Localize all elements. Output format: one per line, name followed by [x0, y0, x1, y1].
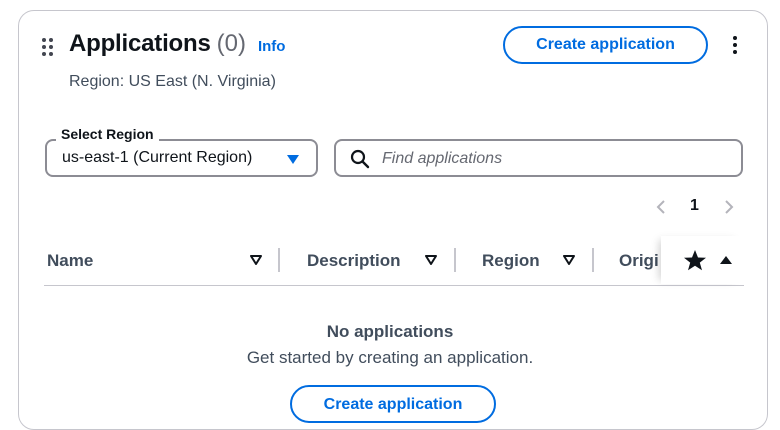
region-select-value: us-east-1 (Current Region) [62, 149, 253, 166]
region-description: Region: US East (N. Virginia) [69, 73, 276, 90]
info-link[interactable]: Info [258, 38, 286, 55]
sort-ascending-icon[interactable] [719, 255, 733, 265]
filter-sort-icon[interactable] [250, 255, 262, 265]
drag-handle-icon[interactable] [42, 38, 56, 58]
search-box [334, 139, 743, 177]
region-select[interactable]: us-east-1 (Current Region) [45, 139, 318, 177]
empty-state-create-button[interactable]: Create application [290, 385, 496, 423]
column-header-name[interactable]: Name [47, 251, 93, 271]
chevron-left-icon[interactable] [654, 199, 668, 215]
empty-state-description: Get started by creating an application. [246, 348, 534, 367]
search-input[interactable] [380, 145, 734, 173]
chevron-right-icon[interactable] [722, 199, 736, 215]
column-divider[interactable] [592, 248, 594, 272]
table-header: Name Description Region Origi [44, 236, 744, 286]
more-actions-icon[interactable] [727, 32, 743, 58]
filter-sort-icon[interactable] [563, 255, 575, 265]
column-divider[interactable] [454, 248, 456, 272]
column-header-description[interactable]: Description [307, 251, 401, 271]
filter-sort-icon[interactable] [425, 255, 437, 265]
sticky-column-cell [661, 236, 744, 284]
page-header: Applications (0) Info [69, 30, 285, 58]
create-application-button[interactable]: Create application [503, 26, 708, 64]
application-count: (0) [216, 30, 246, 57]
page-title: Applications [69, 30, 211, 57]
column-header-region[interactable]: Region [482, 251, 540, 271]
star-icon[interactable] [683, 249, 707, 271]
column-header-origin[interactable]: Origi [619, 251, 666, 271]
dropdown-caret-icon [287, 155, 299, 164]
column-divider[interactable] [278, 248, 280, 272]
page-number[interactable]: 1 [690, 197, 699, 215]
empty-state-title: No applications [326, 322, 454, 341]
search-icon [350, 149, 370, 169]
region-select-label: Select Region [56, 126, 159, 142]
